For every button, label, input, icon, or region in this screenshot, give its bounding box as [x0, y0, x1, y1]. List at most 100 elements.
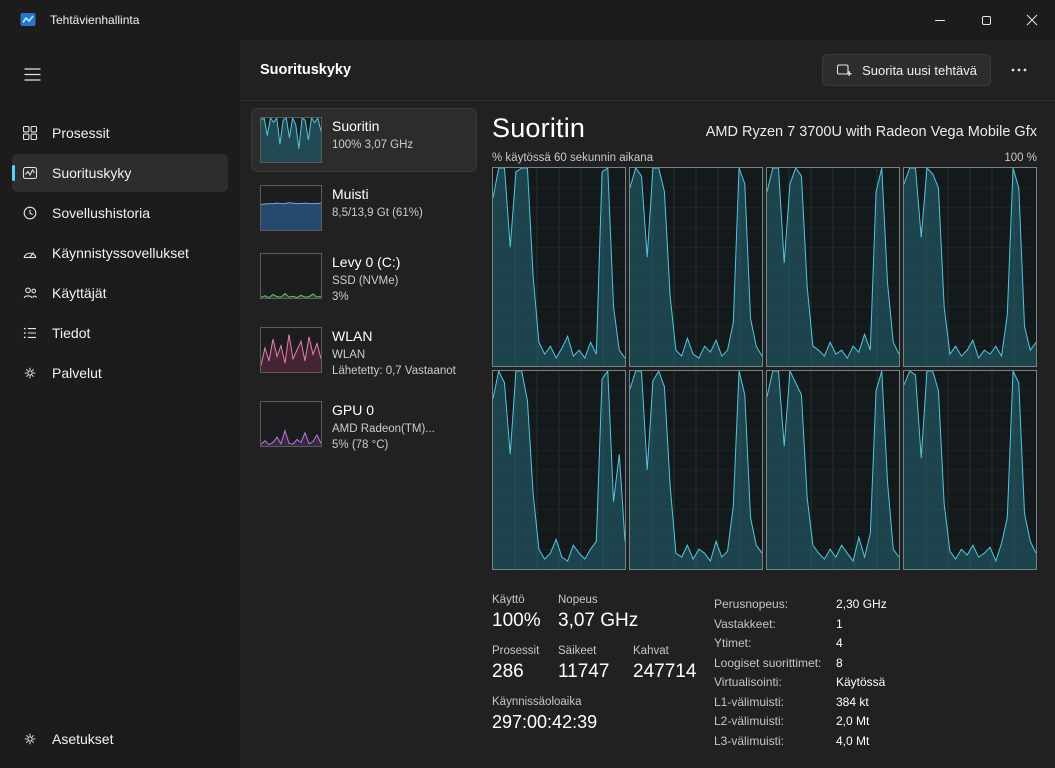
spec-label: Virtualisointi: [714, 675, 836, 689]
sidebar-item-label: Palvelut [52, 365, 102, 381]
perf-item-detail: 8,5/13,9 Gt (61%) [332, 205, 423, 221]
minimize-icon [935, 20, 945, 21]
cpu-core-chart [903, 370, 1037, 570]
sidebar-item-palvelut[interactable]: Palvelut [12, 354, 228, 392]
menu-toggle-button[interactable] [14, 58, 50, 90]
sidebar-item-label: Suorituskyky [52, 165, 131, 181]
sidebar-item-label: Sovellushistoria [52, 205, 150, 221]
perf-item-cpu[interactable]: Suoritin 100% 3,07 GHz [252, 109, 476, 171]
perf-item-wlan[interactable]: WLAN WLAN Lähetetty: 0,7 Vastaanot [252, 319, 476, 387]
hamburger-icon [24, 68, 41, 81]
cpu-core-charts-grid [492, 167, 1037, 570]
spec-value: 1 [836, 617, 843, 631]
spec-label: Perusnopeus: [714, 597, 836, 611]
details-list-icon [22, 325, 38, 341]
task-manager-window: Tehtävienhallinta [0, 0, 1055, 768]
perf-item-name: Muisti [332, 186, 423, 202]
sidebar-item-label: Tiedot [52, 325, 90, 341]
stat-label: Säikeet [558, 645, 633, 657]
detail-title: Suoritin [492, 113, 585, 144]
sidebar-item-label: Käynnistyssovellukset [52, 245, 189, 261]
sidebar-item-kayttajat[interactable]: Käyttäjät [12, 274, 228, 312]
run-new-task-label: Suorita uusi tehtävä [862, 63, 977, 78]
spec-label: L1-välimuisti: [714, 695, 836, 709]
settings-gear-icon [22, 731, 38, 747]
close-icon [1026, 14, 1038, 26]
sidebar-item-prosessit[interactable]: Prosessit [12, 114, 228, 152]
run-new-task-button[interactable]: Suorita uusi tehtävä [822, 54, 991, 86]
perf-item-detail: SSD (NVMe) [332, 273, 400, 289]
stat-value-threads: 11747 [558, 661, 633, 683]
perf-item-name: Levy 0 (C:) [332, 254, 400, 270]
chart-caption-left: % käytössä 60 sekunnin aikana [492, 152, 653, 164]
perf-item-name: WLAN [332, 328, 456, 344]
cpu-core-chart [766, 167, 900, 367]
sidebar: Prosessit Suorituskyky [0, 40, 240, 768]
history-icon [22, 205, 38, 221]
perf-item-name: Suoritin [332, 118, 413, 134]
titlebar: Tehtävienhallinta [0, 0, 1055, 40]
cpu-spec-list: Perusnopeus:2,30 GHz Vastakkeet:1 Ytimet… [714, 594, 887, 753]
window-controls [917, 0, 1055, 40]
spec-value: Käytössä [836, 675, 885, 689]
sidebar-nav: Prosessit Suorituskyky [0, 112, 240, 394]
cpu-core-chart [629, 370, 763, 570]
spec-value: 384 kt [836, 695, 869, 709]
cpu-core-chart [903, 167, 1037, 367]
processes-icon [22, 125, 38, 141]
maximize-button[interactable] [963, 0, 1009, 40]
perf-item-detail: 3% [332, 289, 400, 305]
perf-item-disk[interactable]: Levy 0 (C:) SSD (NVMe) 3% [252, 245, 476, 313]
spec-value: 2,30 GHz [836, 597, 887, 611]
stat-value-speed: 3,07 GHz [558, 610, 633, 632]
services-gear-icon [22, 365, 38, 381]
page-title: Suorituskyky [260, 62, 351, 78]
cpu-model-name: AMD Ryzen 7 3700U with Radeon Vega Mobil… [706, 124, 1037, 144]
main-panel: Suorituskyky Suorita uusi tehtävä [240, 40, 1055, 768]
sidebar-item-label: Asetukset [52, 731, 113, 747]
minimize-button[interactable] [917, 0, 963, 40]
cpu-core-chart [766, 370, 900, 570]
spec-label: L3-välimuisti: [714, 734, 836, 748]
new-task-icon [836, 62, 853, 78]
cpu-core-chart [629, 167, 763, 367]
more-icon [1011, 68, 1027, 72]
performance-icon [22, 165, 38, 181]
sidebar-item-asetukset[interactable]: Asetukset [12, 720, 228, 758]
spec-label: Vastakkeet: [714, 617, 836, 631]
sidebar-item-label: Prosessit [52, 125, 110, 141]
sidebar-item-tiedot[interactable]: Tiedot [12, 314, 228, 352]
cpu-stats: Käyttö Nopeus 100% 3,07 GHz Prosessit Sä… [492, 594, 1037, 753]
spec-value: 8 [836, 656, 843, 670]
cpu-core-chart [492, 167, 626, 367]
stat-value-usage: 100% [492, 610, 558, 632]
stat-value-processes: 286 [492, 661, 558, 683]
spec-label: Loogiset suorittimet: [714, 656, 836, 670]
perf-item-memory[interactable]: Muisti 8,5/13,9 Gt (61%) [252, 177, 476, 239]
sidebar-item-sovellushistoria[interactable]: Sovellushistoria [12, 194, 228, 232]
spec-value: 4 [836, 636, 843, 650]
perf-item-detail: 100% 3,07 GHz [332, 137, 413, 153]
cpu-core-chart [492, 370, 626, 570]
users-icon [22, 285, 38, 301]
stat-label: Käynnissäoloaika [492, 696, 582, 708]
stat-label: Nopeus [558, 594, 633, 606]
main-header: Suorituskyky Suorita uusi tehtävä [240, 40, 1055, 101]
more-button[interactable] [1001, 54, 1037, 86]
close-button[interactable] [1009, 0, 1055, 40]
sidebar-item-suorituskyky[interactable]: Suorituskyky [12, 154, 228, 192]
spec-value: 4,0 Mt [836, 734, 869, 748]
wlan-mini-chart [260, 327, 322, 373]
perf-item-gpu[interactable]: GPU 0 AMD Radeon(TM)... 5% (78 °C) [252, 393, 476, 461]
cpu-mini-chart [260, 117, 322, 163]
sidebar-item-label: Käyttäjät [52, 285, 106, 301]
cpu-detail-panel: Suoritin AMD Ryzen 7 3700U with Radeon V… [484, 109, 1041, 768]
sidebar-item-kaynnistyssovellukset[interactable]: Käynnistyssovellukset [12, 234, 228, 272]
performance-list: Suoritin 100% 3,07 GHz Muisti 8,5/13,9 G… [252, 109, 476, 768]
stat-label: Kahvat [633, 645, 714, 657]
stat-label: Prosessit [492, 645, 558, 657]
memory-mini-chart [260, 185, 322, 231]
spec-value: 2,0 Mt [836, 714, 869, 728]
stat-label: Käyttö [492, 594, 558, 606]
maximize-icon [982, 16, 991, 25]
